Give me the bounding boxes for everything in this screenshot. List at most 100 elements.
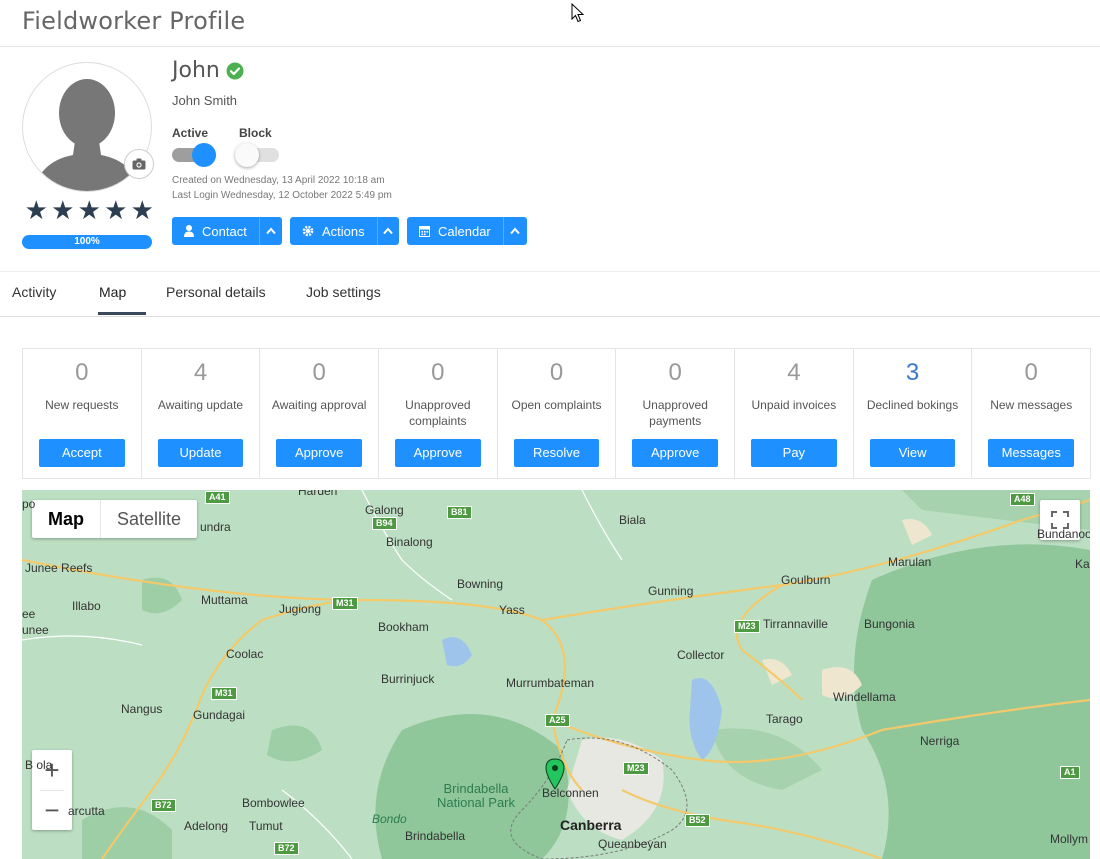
tab-personal-details[interactable]: Personal details [166, 284, 266, 300]
contact-dropdown[interactable]: Contact [172, 217, 282, 245]
update-button[interactable]: Update [157, 439, 244, 467]
change-photo-button[interactable] [124, 149, 154, 179]
actions-label: Actions [322, 223, 365, 239]
fieldworker-location-pin-icon[interactable] [545, 758, 565, 790]
resolve-button[interactable]: Resolve [513, 439, 600, 467]
gear-icon [302, 225, 314, 237]
road-shield: M31 [332, 597, 358, 610]
place-label: Bowning [457, 577, 504, 591]
active-toggle[interactable] [172, 141, 216, 169]
display-name: John [172, 58, 244, 83]
place-label: Biala [619, 513, 646, 527]
chevron-up-icon [266, 227, 276, 235]
star-icon: ★ [77, 195, 101, 225]
place-label: Harden [298, 490, 338, 498]
approve-complaints-button[interactable]: Approve [395, 439, 481, 467]
calendar-button[interactable]: Calendar [407, 217, 503, 245]
card-count: 0 [75, 359, 89, 386]
place-label: Tirrannaville [763, 617, 828, 631]
tab-job-settings[interactable]: Job settings [306, 284, 381, 300]
actions-dropdown[interactable]: Actions [290, 217, 399, 245]
place-label: ee [22, 607, 36, 621]
zoom-out-button[interactable]: − [32, 790, 72, 830]
contact-caret[interactable] [258, 217, 282, 245]
approve-payments-button[interactable]: Approve [632, 439, 719, 467]
card-new-requests: 0 New requests Accept [22, 348, 142, 479]
calendar-caret[interactable] [502, 217, 527, 245]
card-label: Unapproved complaints [405, 398, 471, 428]
road-shield: B52 [685, 814, 710, 827]
card-label: Declined bokings [866, 398, 959, 412]
block-toggle[interactable] [235, 141, 279, 169]
place-label: Collector [677, 648, 725, 662]
calendar-dropdown[interactable]: Calendar [407, 217, 527, 245]
place-label: Queanbeyan [598, 837, 667, 851]
card-label: Unapproved payments [642, 398, 708, 428]
place-label: Gundagai [193, 708, 246, 722]
contact-label: Contact [202, 223, 247, 239]
card-count: 3 [905, 359, 920, 386]
place-label: Murrumbateman [506, 676, 595, 690]
place-label: unee [22, 623, 49, 637]
camera-icon [132, 158, 146, 170]
place-label: B ola [25, 758, 53, 772]
place-label: Bookham [378, 620, 429, 634]
road-shield: A25 [545, 714, 570, 727]
card-count: 0 [312, 359, 326, 386]
road-shield: B94 [372, 517, 397, 530]
place-label: Marulan [888, 555, 932, 569]
last-login-date: Last Login Wednesday, 12 October 2022 5:… [172, 190, 392, 201]
card-label: Open complaints [511, 398, 602, 412]
active-toggle-knob [192, 143, 216, 167]
actions-button[interactable]: Actions [290, 217, 377, 245]
place-label: Brindabella [405, 829, 466, 843]
road-shield: A1 [1060, 766, 1080, 779]
place-label: Muttama [201, 593, 248, 607]
pay-button[interactable]: Pay [751, 439, 837, 467]
card-awaiting-update: 4 Awaiting update Update [140, 348, 261, 479]
place-label: Bundanoo [1037, 527, 1090, 541]
map-type-control: Map Satellite [32, 500, 198, 538]
card-count: 0 [549, 359, 564, 386]
place-label: Ka [1075, 557, 1090, 571]
road-shield: M23 [734, 620, 760, 633]
road-shield: B72 [274, 842, 299, 855]
stats-cards: 0 New requests Accept 4 Awaiting update … [22, 348, 1092, 479]
contact-button[interactable]: Contact [172, 217, 259, 245]
place-label: Galong [365, 503, 404, 517]
card-open-complaints: 0 Open complaints Resolve [496, 348, 617, 479]
profile-completion-bar: 100% [22, 235, 152, 249]
place-label: Gunning [648, 584, 694, 598]
place-label: Tumut [249, 819, 283, 833]
map-terrain [22, 490, 1090, 859]
road-shield: M23 [623, 762, 649, 775]
approve-button[interactable]: Approve [276, 439, 363, 467]
actions-caret[interactable] [376, 217, 399, 245]
zoom-separator [40, 790, 64, 791]
map-type-map[interactable]: Map [32, 500, 100, 538]
active-label: Active [172, 126, 209, 140]
accept-button[interactable]: Accept [39, 439, 125, 467]
map-type-satellite[interactable]: Satellite [100, 500, 197, 538]
star-icon: ★ [130, 195, 154, 225]
messages-button[interactable]: Messages [988, 439, 1075, 467]
place-label: Bondo [372, 812, 407, 826]
place-label: Adelong [184, 819, 229, 833]
mouse-cursor-icon [571, 3, 585, 23]
full-name: John Smith [172, 93, 238, 108]
tab-map[interactable]: Map [99, 284, 126, 300]
created-date: Created on Wednesday, 13 April 2022 10:1… [172, 175, 385, 186]
card-declined-bookings: 3 Declined bokings View [852, 348, 973, 479]
card-label: New messages [990, 398, 1073, 412]
place-label: undra [200, 520, 231, 534]
profile-section: ★ ★ ★ ★ ★ 100% John John Smith Active Bl… [0, 47, 1100, 272]
map-view[interactable]: Map Satellite + − Harden Galong Biala Bu… [22, 490, 1090, 859]
block-label: Block [239, 126, 272, 140]
place-label: Yass [499, 603, 525, 617]
calendar-label: Calendar [438, 223, 491, 239]
card-awaiting-approval: 0 Awaiting approval Approve [259, 348, 380, 479]
view-button[interactable]: View [869, 439, 956, 467]
place-label: Coolac [226, 647, 264, 661]
place-label: Illabo [72, 599, 101, 613]
tab-activity[interactable]: Activity [12, 284, 56, 300]
